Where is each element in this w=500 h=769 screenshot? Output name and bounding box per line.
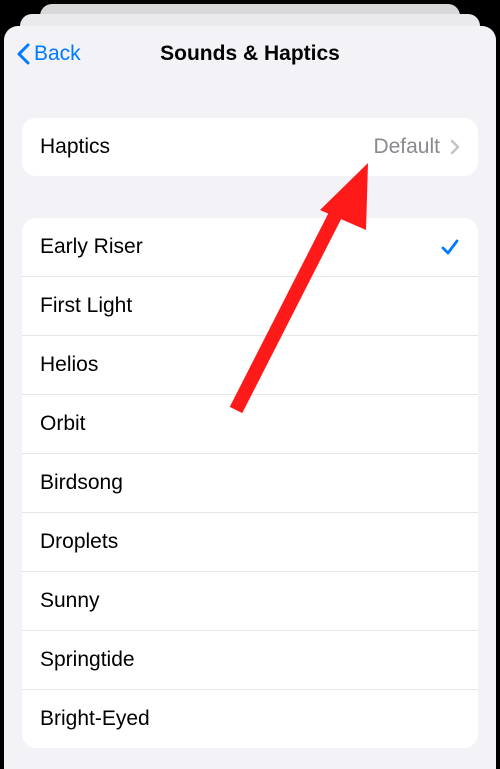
- page-title: Sounds & Haptics: [160, 42, 340, 66]
- sound-label: Early Riser: [40, 235, 440, 259]
- sound-label: Springtide: [40, 648, 460, 672]
- main-card: Back Sounds & Haptics Haptics Default Ea…: [4, 26, 496, 769]
- sounds-section: Early Riser First Light Helios Orbit Birdson…: [22, 218, 478, 748]
- sound-label: Bright-Eyed: [40, 707, 460, 731]
- sound-label: Orbit: [40, 412, 460, 436]
- back-button[interactable]: Back: [16, 42, 81, 66]
- chevron-right-icon: [450, 139, 460, 155]
- sound-row[interactable]: Helios: [22, 336, 478, 395]
- sound-row[interactable]: Droplets: [22, 513, 478, 572]
- sound-row[interactable]: Springtide: [22, 631, 478, 690]
- chevron-left-icon: [16, 43, 30, 65]
- header: Back Sounds & Haptics: [4, 26, 496, 82]
- checkmark-icon: [440, 237, 460, 257]
- sound-label: Helios: [40, 353, 460, 377]
- sound-row[interactable]: First Light: [22, 277, 478, 336]
- sound-label: Sunny: [40, 589, 460, 613]
- sound-row[interactable]: Birdsong: [22, 454, 478, 513]
- sound-row[interactable]: Sunny: [22, 572, 478, 631]
- sound-row[interactable]: Orbit: [22, 395, 478, 454]
- sound-row[interactable]: Early Riser: [22, 218, 478, 277]
- sound-label: Birdsong: [40, 471, 460, 495]
- haptics-section: Haptics Default: [22, 118, 478, 176]
- haptics-value: Default: [373, 135, 440, 159]
- sound-label: First Light: [40, 294, 460, 318]
- back-label: Back: [34, 42, 81, 66]
- haptics-label: Haptics: [40, 135, 373, 159]
- haptics-row[interactable]: Haptics Default: [22, 118, 478, 176]
- sound-label: Droplets: [40, 530, 460, 554]
- sound-row[interactable]: Bright-Eyed: [22, 690, 478, 748]
